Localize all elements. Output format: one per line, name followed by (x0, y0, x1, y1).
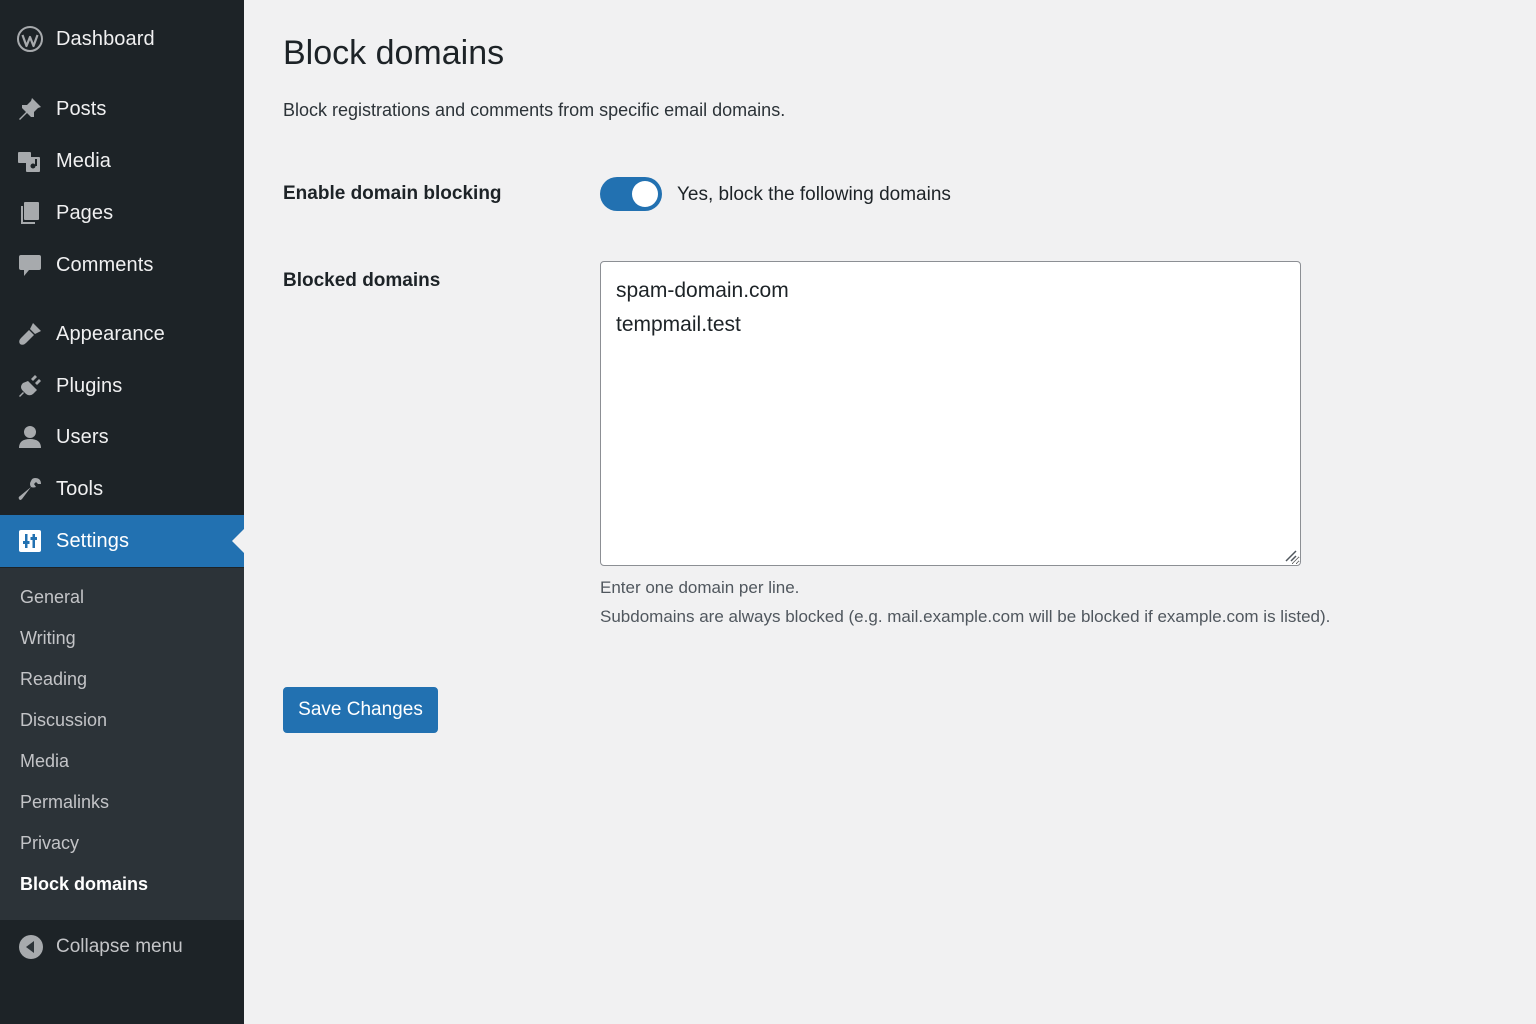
media-icon (17, 148, 43, 174)
menu-label: Dashboard (56, 27, 155, 50)
menu-label: Tools (56, 477, 104, 500)
submenu-item-reading[interactable]: Reading (20, 669, 87, 690)
menu-label: Media (56, 149, 111, 172)
menu-label: Appearance (56, 322, 165, 345)
menu-label: Comments (56, 253, 154, 276)
menu-item-tools[interactable]: Tools (0, 463, 244, 515)
menu-item-media[interactable]: Media (0, 135, 244, 187)
submenu-item-discussion[interactable]: Discussion (20, 710, 107, 731)
menu-item-dashboard[interactable]: Dashboard (0, 13, 244, 65)
menu-item-plugins[interactable]: Plugins (0, 360, 244, 412)
blocked-domains-label: Blocked domains (283, 270, 441, 291)
submenu-item-privacy[interactable]: Privacy (20, 833, 79, 854)
menu-item-users[interactable]: Users (0, 411, 244, 463)
pushpin-icon (17, 96, 43, 122)
menu-label: Plugins (56, 374, 123, 397)
submenu-item-block-domains[interactable]: Block domains (20, 874, 148, 895)
settings-submenu: General Writing Reading Discussion Media… (0, 568, 244, 920)
user-icon (17, 424, 43, 450)
menu-label: Settings (56, 529, 130, 552)
toggle-description[interactable]: Yes, block the following domains (677, 184, 951, 206)
plugin-icon (17, 373, 43, 399)
wrench-icon (17, 476, 43, 502)
help-text-one-per-line: Enter one domain per line. (600, 578, 800, 597)
menu-item-settings[interactable]: Settings (0, 515, 244, 567)
collapse-menu-label: Collapse menu (56, 936, 183, 957)
help-text-subdomains: Subdomains are always blocked (e.g. mail… (600, 607, 1331, 626)
submenu-item-general[interactable]: General (20, 587, 84, 608)
submenu-item-media[interactable]: Media (20, 751, 69, 772)
settings-sliders-icon (17, 528, 43, 554)
page-title: Block domains (283, 34, 505, 72)
paintbrush-icon (17, 321, 43, 347)
blocked-domains-textarea[interactable] (600, 261, 1301, 566)
submenu-item-writing[interactable]: Writing (20, 628, 76, 649)
save-changes-button[interactable]: Save Changes (283, 687, 438, 733)
collapse-arrow-icon (18, 934, 44, 960)
wordpress-logo-icon (17, 26, 43, 52)
pages-icon (17, 200, 43, 226)
menu-item-pages[interactable]: Pages (0, 187, 244, 239)
page-description: Block registrations and comments from sp… (283, 100, 786, 120)
menu-item-comments[interactable]: Comments (0, 239, 244, 291)
menu-item-posts[interactable]: Posts (0, 83, 244, 135)
comment-icon (17, 252, 43, 278)
admin-sidebar: Dashboard Posts Media Pages Comments App… (0, 0, 244, 1024)
menu-item-appearance[interactable]: Appearance (0, 308, 244, 360)
active-menu-pointer (232, 529, 244, 553)
submenu-item-permalinks[interactable]: Permalinks (20, 792, 109, 813)
menu-label: Posts (56, 97, 107, 120)
toggle-knob (632, 181, 658, 207)
enable-domain-blocking-label: Enable domain blocking (283, 183, 502, 204)
enable-domain-blocking-toggle[interactable] (600, 177, 662, 211)
menu-label: Pages (56, 201, 114, 224)
menu-label: Users (56, 425, 109, 448)
collapse-menu-button[interactable]: Collapse menu (0, 922, 244, 972)
